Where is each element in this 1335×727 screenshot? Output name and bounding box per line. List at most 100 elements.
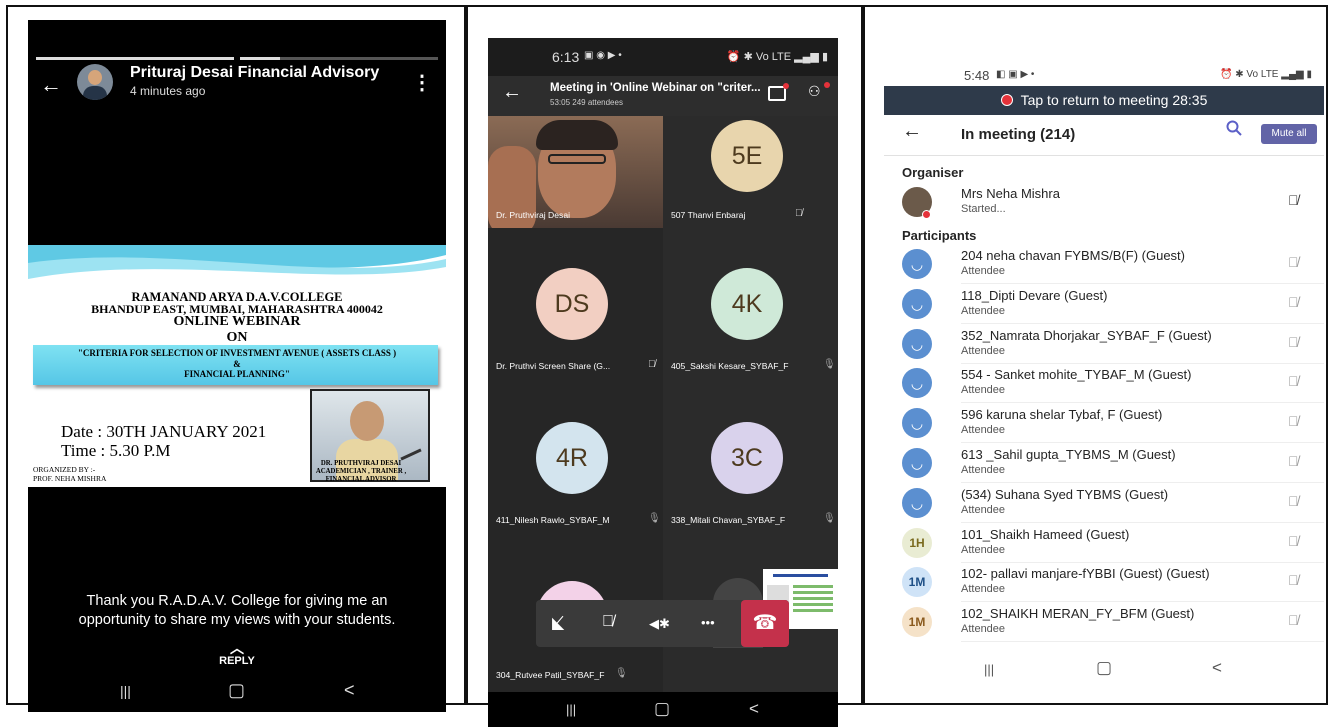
recent-apps-icon[interactable]: |||	[566, 702, 576, 717]
speaker-icon[interactable]: ◀✱	[649, 616, 670, 632]
back-arrow-icon[interactable]: ←	[40, 72, 62, 98]
mic-icon: 🎙	[615, 668, 628, 679]
search-icon[interactable]	[1226, 120, 1242, 141]
return-to-meeting-banner[interactable]: Tap to return to meeting 28:35	[884, 86, 1324, 115]
recent-apps-icon[interactable]: |||	[120, 683, 131, 699]
participant-row[interactable]: ◡ 352_Namrata Dhorjakar_SYBAF_F (Guest) At…	[884, 324, 1324, 364]
participant-row[interactable]: ◡ 554 - Sanket mohite_TYBAF_M (Guest) Atte…	[884, 363, 1324, 404]
mic-off-icon: 🎙̸	[1288, 333, 1299, 350]
system-status-icons: ⏰ ✱ Vo LTE ▂▄▆ ▮	[1220, 69, 1312, 80]
poster-topic-line2: FINANCIAL PLANNING"	[184, 369, 290, 379]
participants-heading: Participants	[902, 228, 977, 243]
mic-off-icon: 🎙̸	[1288, 373, 1299, 390]
participant-name: 118_Dipti Devare (Guest)	[961, 287, 1108, 303]
page-title: In meeting (214)	[961, 126, 1076, 143]
participant-row[interactable]: ◡ 613 _Sahil gupta_TYBMS_M (Guest) Attende…	[884, 443, 1324, 483]
guest-avatar-icon: ◡	[902, 408, 932, 439]
participant-name: 352_Namrata Dhorjakar_SYBAF_F (Guest)	[961, 327, 1212, 343]
organiser-heading: Organiser	[902, 165, 964, 180]
participant-role: Attendee	[961, 384, 1006, 397]
back-arrow-icon[interactable]: ←	[502, 81, 522, 104]
participant-row[interactable]: 1H 101_Shaikh Hameed (Guest) Attendee 🎙̸	[884, 523, 1324, 563]
mic-off-icon: 🎙̸	[648, 359, 656, 370]
home-icon[interactable]: ▢	[654, 699, 670, 719]
status-viewer: ← Prituraj Desai Financial Advisory 4 mi…	[28, 20, 446, 712]
participant-role: Attendee	[961, 583, 1006, 596]
back-nav-icon[interactable]: <	[749, 699, 759, 719]
poster-organizer: PROF. NEHA MISHRA	[33, 474, 107, 483]
video-tile[interactable]: 4R 411_Nilesh Rawlo_SYBAF_M 🎙	[488, 384, 663, 539]
mute-all-button[interactable]: Mute all	[1261, 124, 1317, 144]
home-icon[interactable]: ▢	[1096, 658, 1112, 678]
mic-off-icon: 🎙̸	[1288, 293, 1299, 310]
participant-initials: 1M	[902, 607, 932, 638]
mic-off-icon: 🎙̸	[1288, 453, 1299, 469]
participant-initials: DS	[536, 268, 608, 340]
participant-row[interactable]: ◡ (534) Suhana Syed TYBMS (Guest) Attendee…	[884, 483, 1324, 523]
back-nav-icon[interactable]: <	[344, 680, 355, 701]
participant-initials: 1H	[902, 527, 932, 558]
organiser-status: Started...	[961, 203, 1006, 215]
contact-avatar[interactable]	[77, 64, 113, 100]
speaker-caption-name: DR. PRUTHVIRAJ DESAI	[320, 460, 402, 467]
reply-button[interactable]: REPLY	[28, 655, 446, 667]
status-caption-line1: Thank you R.A.D.A.V. College for giving …	[86, 593, 388, 609]
participant-role: Attendee	[961, 543, 1006, 556]
video-tile[interactable]: DS Dr. Pruthvi Screen Share (G... 🎙̸	[488, 228, 663, 384]
participants-icon[interactable]: ⚇	[808, 83, 821, 100]
mic-off-icon: 🎙̸	[1288, 572, 1299, 589]
more-options-icon[interactable]: ⋮	[412, 70, 432, 95]
hang-up-button[interactable]: ☎	[741, 600, 789, 647]
status-progress-seen	[36, 57, 234, 60]
guest-avatar-icon: ◡	[902, 288, 932, 319]
more-options-icon[interactable]: •••	[701, 615, 715, 630]
participant-row[interactable]: 1M 102- pallavi manjare-fYBBI (Guest) (Gu…	[884, 562, 1324, 603]
video-tile-presenter[interactable]: Dr. Pruthviraj Desai	[488, 116, 663, 228]
participants-screen: 5:48 ◧ ▣ ▶ • ⏰ ✱ Vo LTE ▂▄▆ ▮ Tap to ret…	[884, 58, 1324, 698]
video-tile[interactable]: 4K 405_Sakshi Kesare_SYBAF_F 🎙	[663, 228, 838, 384]
participant-name: 102- pallavi manjare-fYBBI (Guest) (Gues…	[961, 566, 1210, 582]
mic-off-icon: 🎙̸	[1288, 413, 1299, 430]
back-arrow-icon[interactable]: ←	[902, 120, 922, 143]
mic-icon: 🎙	[823, 359, 836, 370]
participant-row[interactable]: ◡ 204 neha chavan FYBMS/B(F) (Guest) Atten…	[884, 244, 1324, 284]
participant-row[interactable]: ◡ 596 karuna shelar Tybaf, F (Guest) Atten…	[884, 403, 1324, 444]
meeting-title: Meeting in 'Online Webinar on "criter...	[550, 82, 761, 94]
mic-off-icon: 🎙̸	[795, 208, 803, 219]
mic-off-icon[interactable]: 🎙̸	[602, 613, 614, 631]
guest-avatar-icon: ◡	[902, 368, 932, 399]
tile-name: 338_Mitali Chavan_SYBAF_F	[671, 515, 786, 525]
participant-role: Attendee	[961, 464, 1006, 476]
home-icon[interactable]: ▢	[228, 680, 245, 701]
status-bar-time: 5:48	[964, 68, 990, 83]
participant-row[interactable]: 1M 102_SHAIKH MERAN_FY_BFM (Guest) Attende…	[884, 602, 1324, 643]
video-tile[interactable]: 5E 507 Thanvi Enbaraj 🎙̸	[663, 116, 838, 228]
tile-name: 304_Rutvee Patil_SYBAF_F	[496, 670, 605, 680]
speaker-caption-role: ACADEMICIAN , TRAINER ,	[315, 468, 407, 475]
status-time: 4 minutes ago	[130, 84, 206, 98]
organiser-name: Mrs Neha Mishra	[961, 186, 1060, 201]
participant-name: (534) Suhana Syed TYBMS (Guest)	[961, 486, 1169, 502]
video-off-icon[interactable]: ◣̸	[552, 613, 564, 633]
mic-off-icon: 🎙̸	[1288, 492, 1299, 509]
recent-apps-icon[interactable]: |||	[984, 662, 994, 677]
participant-role: Attendee	[961, 344, 1006, 357]
poster-time: Time : 5.30 P.M	[61, 441, 171, 460]
participant-name: 596 karuna shelar Tybaf, F (Guest)	[961, 407, 1163, 423]
participant-row[interactable]: ◡ 118_Dipti Devare (Guest) Attendee 🎙̸	[884, 284, 1324, 324]
poster-topic-amp: &	[233, 359, 241, 369]
mic-icon: 🎙	[823, 513, 836, 524]
participant-initials: 4R	[536, 422, 608, 494]
notification-icons: ▣ ◉ ▶ •	[584, 50, 622, 61]
organiser-row[interactable]: Mrs Neha Mishra Started... 🎙̸	[884, 182, 1324, 222]
back-nav-icon[interactable]: <	[1212, 658, 1222, 678]
banner-text: Tap to return to meeting 28:35	[1020, 92, 1208, 108]
divider	[884, 155, 1324, 156]
poster-topic-line1: "CRITERIA FOR SELECTION OF INVESTMENT AV…	[77, 348, 397, 358]
poster-date: Date : 30TH JANUARY 2021	[61, 422, 267, 441]
participant-role: Attendee	[961, 503, 1006, 516]
participant-initials: 1M	[902, 567, 932, 598]
contact-name[interactable]: Prituraj Desai Financial Advisory	[130, 64, 379, 82]
video-tile[interactable]: 3C 338_Mitali Chavan_SYBAF_F 🎙	[663, 384, 838, 539]
speaker-caption-title: FINANCIAL ADVISOR	[325, 476, 397, 483]
